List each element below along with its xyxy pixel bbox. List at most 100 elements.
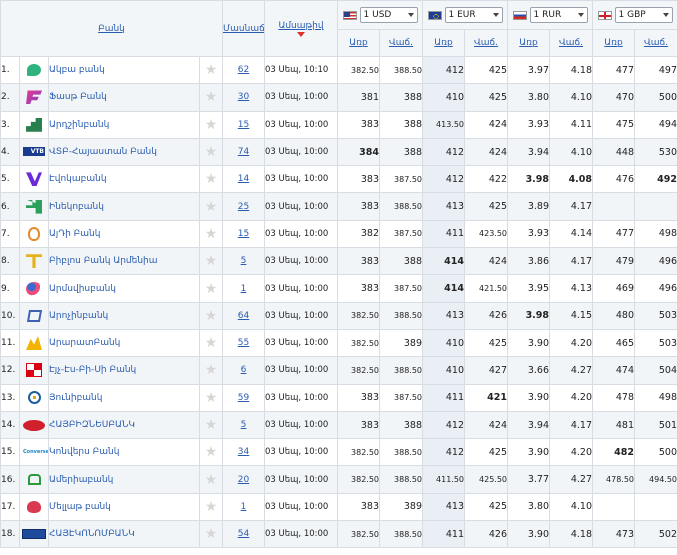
gbp-buy-header[interactable]: Առք — [592, 29, 636, 57]
bank-name-link[interactable]: Բիբլոս Բանկ Արմենիա — [50, 256, 158, 266]
bank-logo-cell[interactable] — [19, 492, 49, 522]
ararat-logo[interactable] — [26, 336, 42, 351]
date-sort-link[interactable]: Ամսաթիվ — [278, 21, 323, 31]
star-icon[interactable]: ★ — [205, 62, 218, 78]
star-icon[interactable]: ★ — [205, 89, 218, 105]
bank-logo-cell[interactable] — [19, 55, 49, 85]
bank-logo-cell[interactable] — [19, 274, 49, 303]
gbp-currency-select[interactable]: 1 GBP — [614, 7, 673, 23]
branches-link[interactable]: 5 — [241, 420, 247, 430]
bank-logo-cell[interactable] — [19, 465, 49, 494]
armswiss-logo[interactable] — [26, 281, 42, 296]
branches-link[interactable]: 1 — [241, 502, 247, 512]
bank-column-header[interactable]: Բանկ — [0, 0, 224, 57]
star-icon[interactable]: ★ — [205, 144, 218, 160]
branches-link[interactable]: 30 — [238, 92, 249, 102]
unibank-logo[interactable] — [27, 391, 41, 405]
bank-name-link[interactable]: Ինեկոբանկ — [50, 202, 104, 212]
bank-logo-cell[interactable] — [19, 83, 49, 112]
ameria-logo[interactable] — [27, 474, 41, 486]
rur-sell-header[interactable]: Վաճ. — [549, 29, 594, 57]
mellat-logo[interactable] — [27, 500, 41, 513]
branches-link[interactable]: 34 — [238, 447, 249, 457]
bank-name-link[interactable]: Ամերիաբանկ — [50, 475, 114, 485]
bank-name-link[interactable]: Արմսվիսբանկ — [50, 284, 117, 294]
branches-link[interactable]: 74 — [238, 147, 249, 157]
bank-name-link[interactable]: Արոչինբանկ — [50, 311, 109, 321]
gbp-sell-header[interactable]: Վաճ. — [634, 29, 677, 57]
bank-name-link[interactable]: Մելլաթ բանկ — [50, 502, 111, 512]
branches-link[interactable]: 54 — [238, 529, 249, 539]
star-icon[interactable]: ★ — [205, 226, 218, 242]
bank-name-link[interactable]: Արդշինբանկ — [50, 120, 110, 130]
star-icon[interactable]: ★ — [205, 390, 218, 406]
bank-logo-cell[interactable] — [19, 383, 49, 412]
bank-logo-cell[interactable] — [19, 219, 49, 249]
bank-name-link[interactable]: Կոնվերս Բանկ — [50, 447, 120, 457]
branches-link[interactable]: 5 — [241, 256, 247, 266]
star-icon[interactable]: ★ — [205, 417, 218, 433]
usd-buy-header[interactable]: Առք — [337, 29, 381, 57]
date-column-header[interactable]: Ամսաթիվ — [264, 0, 339, 57]
bank-logo-cell[interactable] — [19, 247, 49, 276]
bank-name-link[interactable]: ՀԱՅԷԿՈՆՈՄԲԱՆԿ — [50, 529, 135, 539]
star-icon[interactable]: ★ — [205, 444, 218, 460]
bank-name-link[interactable]: ՎՏԲ-Հայաստան Բանկ — [50, 147, 157, 157]
ineco-logo[interactable] — [26, 199, 42, 214]
star-icon[interactable]: ★ — [205, 499, 218, 515]
bank-logo-cell[interactable] — [19, 328, 49, 358]
bank-name-link[interactable]: Ֆասթ Բանկ — [50, 92, 107, 102]
bank-logo-cell[interactable] — [19, 192, 49, 221]
aeb-logo[interactable] — [28, 226, 40, 241]
eur-sell-header[interactable]: Վաճ. — [464, 29, 509, 57]
bank-logo-cell[interactable] — [19, 410, 49, 440]
ardshin-logo[interactable] — [26, 117, 42, 132]
bank-logo-cell[interactable] — [19, 110, 49, 139]
byblos-logo[interactable] — [26, 254, 42, 269]
bank-logo-cell[interactable] — [19, 165, 49, 194]
eur-buy-header[interactable]: Առք — [422, 29, 466, 57]
branches-link[interactable]: 55 — [238, 338, 249, 348]
conversbank-logo[interactable]: ConverseBank — [23, 448, 48, 456]
rur-currency-select[interactable]: 1 RUR — [529, 7, 588, 23]
bank-sort-link[interactable]: Բանկ — [98, 24, 125, 34]
star-icon[interactable]: ★ — [205, 281, 218, 297]
star-icon[interactable]: ★ — [205, 171, 218, 187]
branches-link[interactable]: 14 — [238, 174, 249, 184]
haybiznes-logo[interactable] — [23, 419, 45, 431]
bank-logo-cell[interactable]: ConverseBank — [19, 438, 49, 467]
branches-link[interactable]: 59 — [238, 393, 249, 403]
star-icon[interactable]: ★ — [205, 335, 218, 351]
branches-link[interactable]: 6 — [241, 365, 247, 375]
vtb-logo[interactable]: VTB — [23, 147, 45, 157]
branches-link[interactable]: 1 — [241, 284, 247, 294]
branches-column-header[interactable]: Մասնաճյուղեր — [222, 0, 266, 57]
branches-link[interactable]: 64 — [238, 311, 249, 321]
star-icon[interactable]: ★ — [205, 526, 218, 542]
branches-link[interactable]: 15 — [238, 120, 249, 130]
acba-logo[interactable] — [27, 64, 41, 77]
eur-currency-select[interactable]: 1 EUR — [444, 7, 503, 23]
star-icon[interactable]: ★ — [205, 472, 218, 488]
star-icon[interactable]: ★ — [205, 117, 218, 133]
branches-link[interactable]: 15 — [238, 229, 249, 239]
bank-name-link[interactable]: ԱյԴի Բանկ — [50, 229, 101, 239]
bank-logo-cell[interactable]: VTB — [19, 137, 49, 167]
hsbc-logo[interactable] — [26, 363, 42, 378]
branches-link[interactable]: 25 — [238, 202, 249, 212]
star-icon[interactable]: ★ — [205, 199, 218, 215]
bank-name-link[interactable]: Էյչ-Էս-Բի-Սի Բանկ — [50, 365, 137, 375]
evoca-logo[interactable] — [26, 172, 42, 187]
bank-name-link[interactable]: ՀԱՅԲԻԶՆԵՍԲԱՆԿ — [50, 420, 136, 430]
heb-logo[interactable] — [22, 528, 46, 539]
bank-logo-cell[interactable] — [19, 301, 49, 330]
rur-buy-header[interactable]: Առք — [507, 29, 551, 57]
bank-logo-cell[interactable] — [19, 356, 49, 385]
converse-logo[interactable] — [26, 309, 42, 322]
star-icon[interactable]: ★ — [205, 362, 218, 378]
branches-link[interactable]: 20 — [238, 475, 249, 485]
bank-logo-cell[interactable] — [19, 520, 49, 549]
bank-name-link[interactable]: Յունիբանկ — [50, 393, 103, 403]
branches-sort-link[interactable]: Մասնաճյուղեր — [224, 24, 264, 34]
star-icon[interactable]: ★ — [205, 253, 218, 269]
